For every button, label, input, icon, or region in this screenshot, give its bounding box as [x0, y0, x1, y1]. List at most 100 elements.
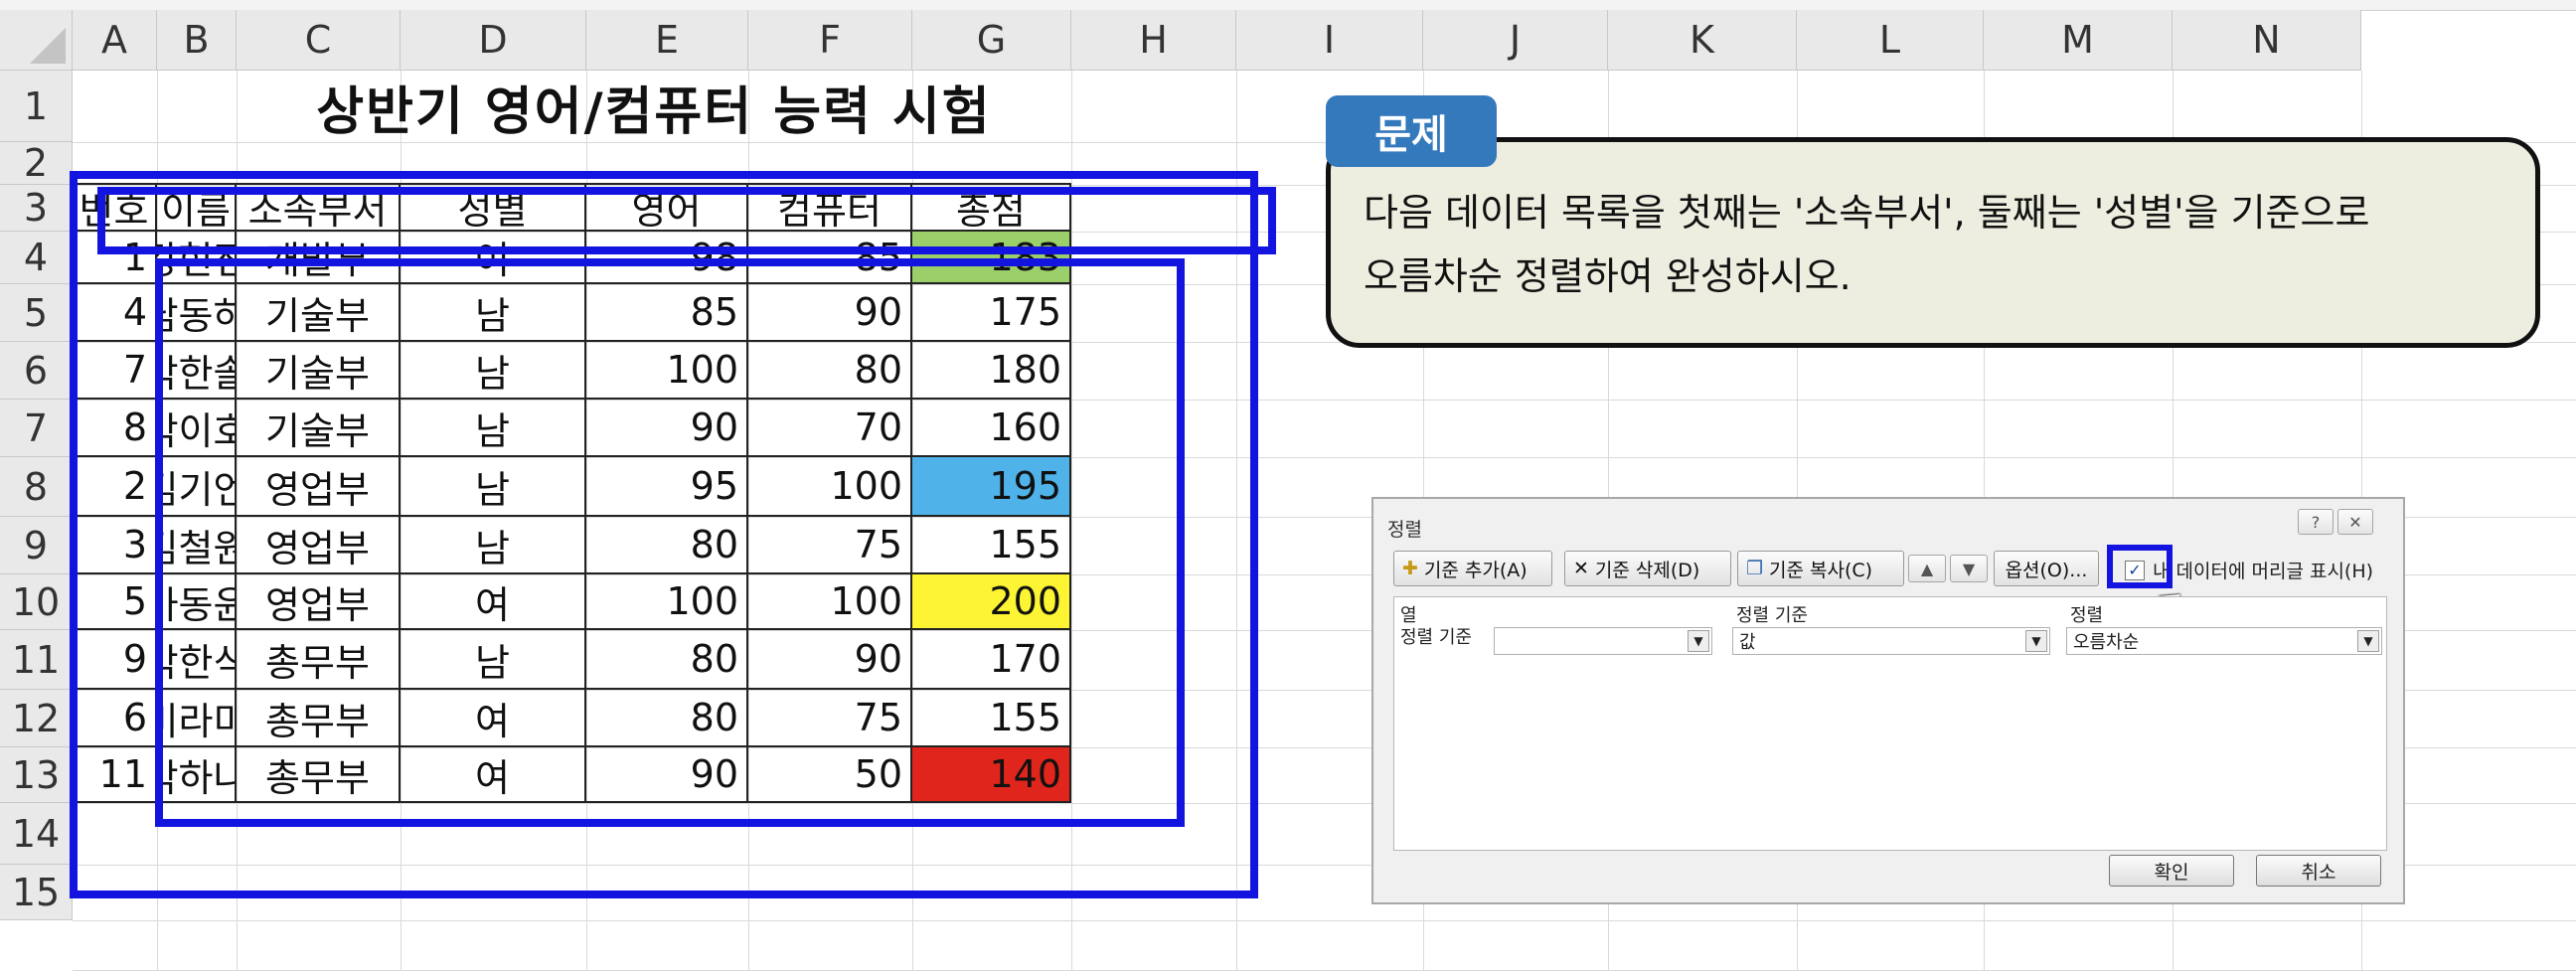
move-down-button[interactable]: ▼ [1950, 555, 1988, 582]
row-header-12[interactable]: 12 [0, 690, 73, 747]
table-cell[interactable]: 195 [912, 457, 1071, 517]
table-cell[interactable]: 183 [912, 232, 1071, 284]
table-cell[interactable]: 개발부 [237, 232, 401, 284]
row-header-2[interactable]: 2 [0, 141, 73, 185]
table-cell[interactable]: 11 [73, 747, 157, 803]
row-header-8[interactable]: 8 [0, 457, 73, 517]
table-cell[interactable]: 영업부 [237, 574, 401, 630]
sort-on-select[interactable]: 값 ▼ [1732, 627, 2050, 655]
row-header-11[interactable]: 11 [0, 630, 73, 690]
help-button[interactable]: ? [2298, 509, 2334, 535]
table-cell[interactable]: 80 [748, 342, 912, 400]
table-cell[interactable]: 5 [73, 574, 157, 630]
table-cell[interactable]: 총무부 [237, 747, 401, 803]
table-cell[interactable]: 총무부 [237, 630, 401, 690]
table-cell[interactable]: 100 [748, 574, 912, 630]
table-cell[interactable]: 170 [912, 630, 1071, 690]
table-cell[interactable]: 4 [73, 284, 157, 342]
table-cell[interactable]: 여 [401, 574, 586, 630]
column-header-d[interactable]: D [401, 10, 586, 71]
table-cell[interactable]: 50 [748, 747, 912, 803]
table-cell[interactable]: 90 [586, 400, 748, 457]
table-cell[interactable]: 80 [586, 630, 748, 690]
table-cell[interactable]: 기술부 [237, 284, 401, 342]
table-cell[interactable]: 90 [586, 747, 748, 803]
header-checkbox-row[interactable]: ✓ 내 데이터에 머리글 표시(H) [2125, 557, 2373, 583]
column-header-m[interactable]: M [1984, 10, 2173, 71]
table-cell[interactable]: 80 [586, 690, 748, 747]
table-cell[interactable]: 98 [586, 232, 748, 284]
table-cell[interactable]: 남 [401, 630, 586, 690]
column-header-k[interactable]: K [1608, 10, 1797, 71]
table-cell[interactable]: 70 [748, 400, 912, 457]
table-cell[interactable]: 남 [401, 342, 586, 400]
table-header-cell[interactable]: 총점 [912, 185, 1071, 232]
column-header-c[interactable]: C [237, 10, 401, 71]
table-cell[interactable]: 8 [73, 400, 157, 457]
table-cell[interactable]: 박한식 [157, 630, 237, 690]
table-header-cell[interactable]: 소속부서 [237, 185, 401, 232]
table-cell[interactable]: 80 [586, 517, 748, 574]
table-cell[interactable]: 1 [73, 232, 157, 284]
table-cell[interactable]: 180 [912, 342, 1071, 400]
table-cell[interactable]: 남 [401, 284, 586, 342]
column-header-l[interactable]: L [1797, 10, 1984, 71]
table-cell[interactable]: 남 [401, 400, 586, 457]
table-cell[interactable]: 마동윤 [157, 574, 237, 630]
table-cell[interactable]: 기술부 [237, 400, 401, 457]
row-header-1[interactable]: 1 [0, 71, 73, 142]
table-cell[interactable]: 여 [401, 232, 586, 284]
table-cell[interactable]: 영업부 [237, 517, 401, 574]
column-header-e[interactable]: E [586, 10, 748, 71]
table-cell[interactable]: 여 [401, 747, 586, 803]
row-header-4[interactable]: 4 [0, 232, 73, 284]
table-cell[interactable]: 7 [73, 342, 157, 400]
options-button[interactable]: 옵션(O)... [1994, 551, 2099, 586]
table-cell[interactable]: 영업부 [237, 457, 401, 517]
move-up-button[interactable]: ▲ [1908, 555, 1946, 582]
table-cell[interactable]: 6 [73, 690, 157, 747]
column-header-i[interactable]: I [1236, 10, 1423, 71]
add-level-button[interactable]: ✚ 기준 추가(A) [1393, 551, 1552, 586]
table-cell[interactable]: 85 [748, 232, 912, 284]
table-cell[interactable]: 기술부 [237, 342, 401, 400]
table-cell[interactable]: 김철원 [157, 517, 237, 574]
column-header-f[interactable]: F [748, 10, 912, 71]
cancel-button[interactable]: 취소 [2256, 855, 2381, 887]
table-cell[interactable]: 총무부 [237, 690, 401, 747]
row-header-10[interactable]: 10 [0, 574, 73, 630]
row-header-9[interactable]: 9 [0, 517, 73, 574]
sort-order-select[interactable]: 오름차순 ▼ [2066, 627, 2382, 655]
column-header-j[interactable]: J [1423, 10, 1608, 71]
table-cell[interactable]: 95 [586, 457, 748, 517]
table-cell[interactable]: 여 [401, 690, 586, 747]
close-button[interactable]: ✕ [2337, 509, 2373, 535]
table-cell[interactable]: 75 [748, 517, 912, 574]
table-cell[interactable]: 3 [73, 517, 157, 574]
table-cell[interactable]: 175 [912, 284, 1071, 342]
row-header-13[interactable]: 13 [0, 747, 73, 803]
table-cell[interactable]: 박하나 [157, 747, 237, 803]
table-cell[interactable]: 140 [912, 747, 1071, 803]
table-cell[interactable]: 강현진 [157, 232, 237, 284]
table-header-cell[interactable]: 영어 [586, 185, 748, 232]
column-header-n[interactable]: N [2173, 10, 2361, 71]
column-header-a[interactable]: A [73, 10, 157, 71]
table-cell[interactable]: 160 [912, 400, 1071, 457]
table-cell[interactable]: 김기언 [157, 457, 237, 517]
delete-level-button[interactable]: ✕ 기준 삭제(D) [1564, 551, 1731, 586]
column-header-g[interactable]: G [912, 10, 1071, 71]
table-cell[interactable]: 85 [586, 284, 748, 342]
table-cell[interactable]: 100 [586, 574, 748, 630]
row-header-7[interactable]: 7 [0, 400, 73, 457]
ok-button[interactable]: 확인 [2109, 855, 2234, 887]
row-header-14[interactable]: 14 [0, 803, 73, 865]
table-cell[interactable]: 2 [73, 457, 157, 517]
table-cell[interactable]: 9 [73, 630, 157, 690]
row-header-3[interactable]: 3 [0, 185, 73, 232]
table-header-cell[interactable]: 성별 [401, 185, 586, 232]
table-cell[interactable]: 남동하 [157, 284, 237, 342]
select-all-corner[interactable] [0, 10, 73, 71]
table-cell[interactable]: 200 [912, 574, 1071, 630]
table-cell[interactable]: 미라미 [157, 690, 237, 747]
